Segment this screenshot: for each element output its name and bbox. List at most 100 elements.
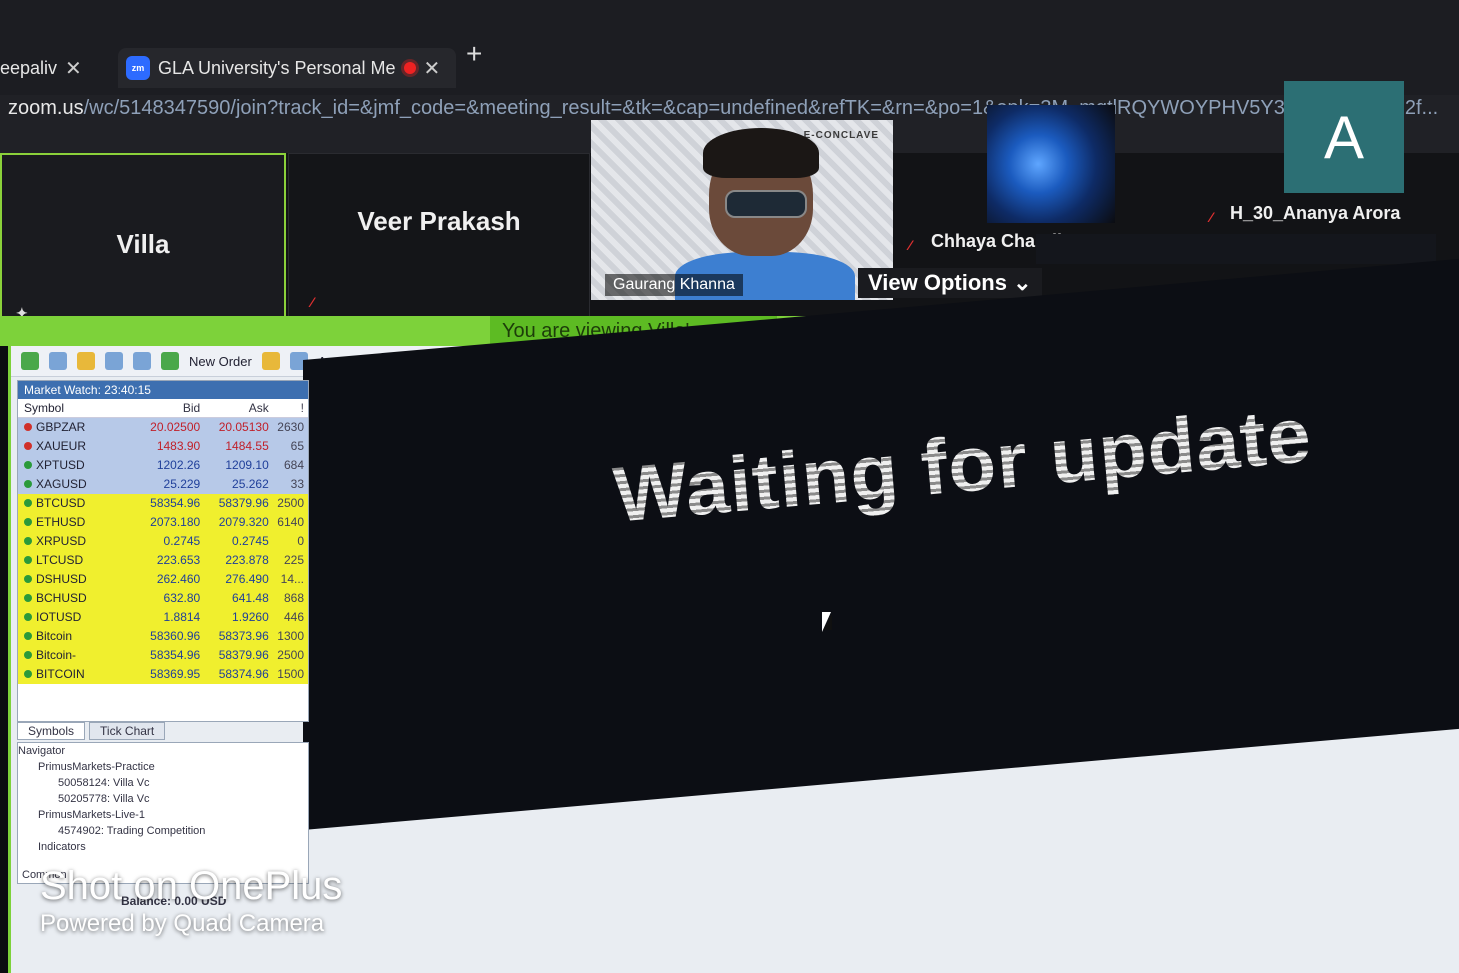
table-row[interactable]: XAGUSD 25.229 25.262 33 <box>18 475 308 494</box>
navigator-item[interactable]: PrimusMarkets-Practice <box>18 759 308 775</box>
spread-cell: 868 <box>283 591 304 605</box>
table-row[interactable]: DSHUSD 262.460 276.490 14... <box>18 570 308 589</box>
navigator-item[interactable]: 4574902: Trading Competition <box>18 823 308 839</box>
symbol-label: BCHUSD <box>36 591 87 605</box>
bid-cell: 58369.95 <box>150 667 201 681</box>
metaeditor-icon[interactable] <box>261 352 280 370</box>
new-order-icon[interactable] <box>161 352 179 370</box>
navigator-item[interactable]: Indicators <box>18 839 308 855</box>
navigator-title: Navigator <box>18 745 66 757</box>
profiles-icon[interactable] <box>49 352 67 370</box>
navigator-item[interactable]: PrimusMarkets-Live-1 <box>18 807 308 823</box>
table-row[interactable]: BITCOIN 58369.95 58374.96 1500 <box>18 665 308 684</box>
symbol-status-icon <box>24 499 32 507</box>
table-row[interactable]: XPTUSD 1202.26 1209.10 684 <box>18 456 308 475</box>
symbol-status-icon <box>24 632 32 640</box>
symbol-label: BTCUSD <box>36 496 86 510</box>
symbol-cell: BTCUSD <box>18 494 132 513</box>
spread-header[interactable]: ! <box>269 399 308 417</box>
spread-cell: 0 <box>297 534 304 548</box>
symbol-status-icon <box>24 423 32 431</box>
camera-backdrop-logo: E-CONCLAVE <box>803 130 879 141</box>
ask-cell: 58374.96 <box>218 667 269 681</box>
browser-tab-1[interactable]: eepaliv ✕ <box>0 48 100 88</box>
table-row[interactable]: XRPUSD 0.2745 0.2745 0 <box>18 532 308 551</box>
market-watch-icon[interactable] <box>77 352 95 370</box>
ask-cell: 641.48 <box>232 591 269 605</box>
bid-header[interactable]: Bid <box>132 399 200 417</box>
table-row[interactable]: Bitcoin- 58354.96 58379.96 2500 <box>18 646 308 665</box>
watermark-line-1: Shot on OnePlus <box>40 864 343 908</box>
table-row[interactable]: BCHUSD 632.80 641.48 868 <box>18 589 308 608</box>
table-row[interactable]: LTCUSD 223.653 223.878 225 <box>18 551 308 570</box>
spread-cell: 2500 <box>277 648 304 662</box>
market-watch-tabs: Symbols Tick Chart <box>17 722 166 740</box>
recording-icon <box>403 62 416 74</box>
spread-cell: 1500 <box>277 667 304 681</box>
tab-2-close-icon[interactable]: ✕ <box>424 56 441 81</box>
person-hair <box>703 128 819 178</box>
zoom-logo-icon: zm <box>126 56 150 80</box>
ask-cell: 0.2745 <box>232 534 269 548</box>
view-options-label: View Options <box>868 270 1007 295</box>
tab-tick-chart[interactable]: Tick Chart <box>89 722 166 740</box>
browser-tab-bar: eepaliv ✕ zm GLA University's Personal M… <box>0 0 1459 95</box>
ask-cell: 58373.96 <box>218 629 269 643</box>
symbol-status-icon <box>24 442 32 450</box>
symbol-status-icon <box>24 651 32 659</box>
spread-cell: 65 <box>290 439 304 453</box>
symbol-cell: BITCOIN <box>18 665 132 684</box>
participant-tile-gaurang[interactable]: E-CONCLAVE Gaurang Khanna <box>591 120 893 300</box>
data-window-icon[interactable] <box>105 352 123 370</box>
bid-cell: 25.229 <box>163 477 201 491</box>
profile-picture <box>987 105 1115 223</box>
table-row[interactable]: ETHUSD 2073.180 2079.320 6140 <box>18 513 308 532</box>
symbol-cell: IOTUSD <box>18 608 132 627</box>
spread-cell: 2630 <box>277 420 304 434</box>
new-tab-button[interactable]: + <box>466 38 482 70</box>
table-row[interactable]: XAUEUR 1483.90 1484.55 65 <box>18 437 308 456</box>
bid-cell: 58354.96 <box>150 496 201 510</box>
annotation-toolbar[interactable] <box>1036 234 1436 264</box>
symbol-label: XAUEUR <box>36 439 87 453</box>
navigator-icon[interactable] <box>133 352 151 370</box>
bid-cell: 58360.96 <box>150 629 201 643</box>
new-chart-icon[interactable] <box>21 352 39 370</box>
symbol-header[interactable]: Symbol <box>18 399 132 417</box>
tab-1-close-icon[interactable]: ✕ <box>65 56 82 81</box>
bid-cell: 20.02500 <box>150 420 201 434</box>
symbol-label: BITCOIN <box>36 667 85 681</box>
symbol-status-icon <box>24 518 32 526</box>
participant-name: Veer Prakash <box>357 206 521 236</box>
table-row[interactable]: IOTUSD 1.8814 1.9260 446 <box>18 608 308 627</box>
tab-symbols[interactable]: Symbols <box>17 722 86 740</box>
symbol-cell: Bitcoin- <box>18 646 132 665</box>
ask-cell: 20.05130 <box>218 420 269 434</box>
symbol-cell: Bitcoin <box>18 627 132 646</box>
ask-header[interactable]: Ask <box>200 399 269 417</box>
ask-cell: 58379.96 <box>218 648 269 662</box>
participant-tile-villa[interactable]: Villa ✦ <box>0 153 286 327</box>
symbol-status-icon <box>24 480 32 488</box>
table-row[interactable]: GBPZAR 20.02500 20.05130 2630 <box>18 418 308 437</box>
view-options-button[interactable]: View Options ⌄ <box>858 268 1042 298</box>
symbol-label: Bitcoin- <box>36 648 77 662</box>
chart-window[interactable] <box>303 258 1459 830</box>
symbol-label: IOTUSD <box>36 610 82 624</box>
spread-cell: 6140 <box>277 515 304 529</box>
symbol-cell: ETHUSD <box>18 513 132 532</box>
spread-cell: 446 <box>283 610 304 624</box>
navigator-item[interactable]: 50205778: Villa Vc <box>18 791 308 807</box>
participant-tile-veer[interactable]: Veer Prakash ⁄ <box>288 153 590 325</box>
watermark-line-2: Powered by Quad Camera <box>40 910 325 937</box>
symbol-status-icon <box>24 461 32 469</box>
browser-tab-zoom[interactable]: zm GLA University's Personal Me ✕ <box>118 48 456 88</box>
market-watch-rows: GBPZAR 20.02500 20.05130 2630 XAUEUR 1483.90 1… <box>18 418 308 684</box>
navigator-item[interactable]: 50058124: Villa Vc <box>18 775 308 791</box>
new-order-button[interactable]: New Order <box>189 354 252 369</box>
table-row[interactable]: Bitcoin 58360.96 58373.96 1300 <box>18 627 308 646</box>
symbol-status-icon <box>24 613 32 621</box>
url-text[interactable]: zoom.us/wc/5148347590/join?track_id=&jmf… <box>8 97 1448 120</box>
table-row[interactable]: BTCUSD 58354.96 58379.96 2500 <box>18 494 308 513</box>
avatar: A <box>1284 81 1404 193</box>
